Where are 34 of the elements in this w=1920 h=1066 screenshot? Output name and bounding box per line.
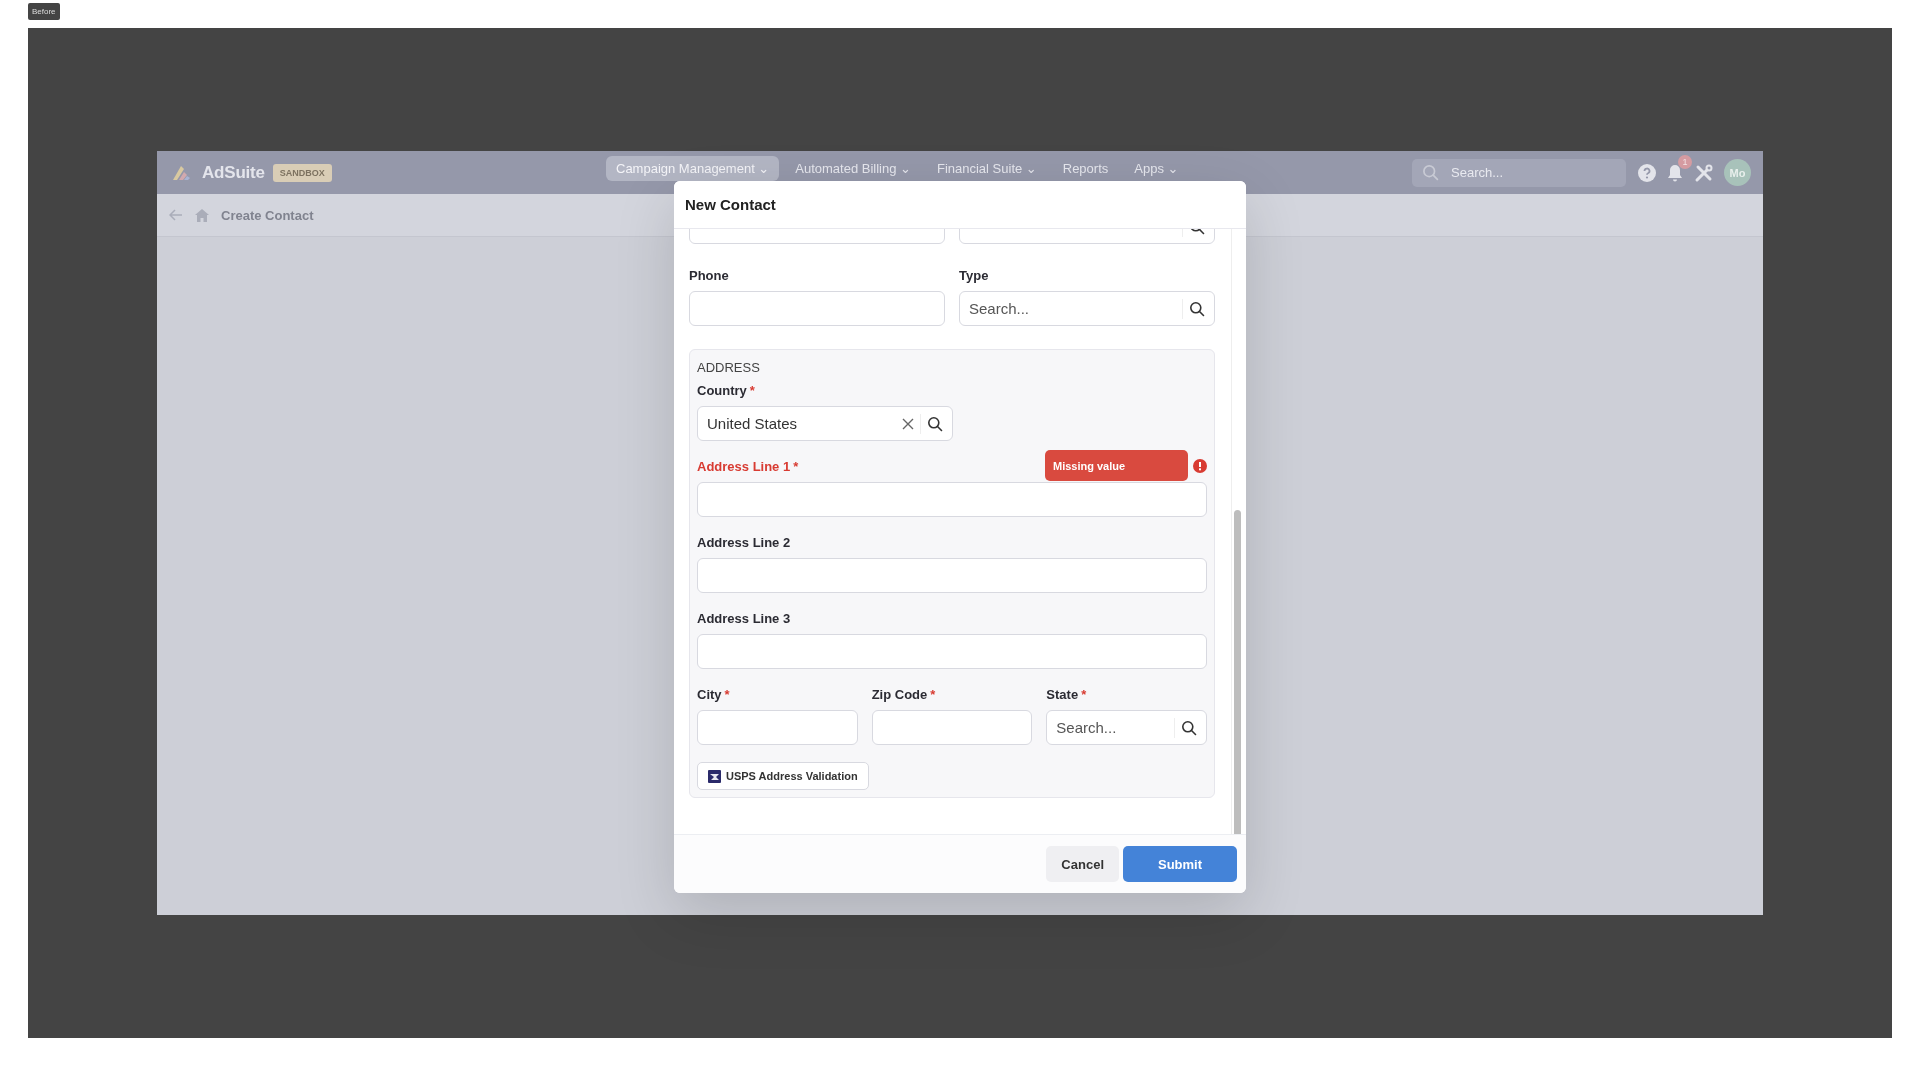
nav-menu[interactable]: Financial Suite ⌄ <box>926 156 1047 181</box>
required-asterisk: * <box>1081 687 1087 702</box>
field-label: City * <box>697 686 731 703</box>
breadcrumb-title: Create Contact <box>221 207 314 223</box>
field-label: Type <box>959 267 990 284</box>
field-label: Phone <box>689 267 730 284</box>
dialog-title: New Contact <box>685 196 776 213</box>
before-tag: Before <box>28 3 60 20</box>
nav-menu[interactable]: Campaign Management ⌄ <box>606 156 780 181</box>
brand-name: AdSuite <box>202 162 265 183</box>
section-heading: ADDRESS <box>697 360 761 375</box>
sandbox-badge: SANDBOX <box>272 163 332 182</box>
search-field[interactable]: Search... <box>959 291 1215 326</box>
search-field[interactable]: Search... <box>1412 158 1626 187</box>
nav-menu[interactable]: Apps ⌄ <box>1124 156 1189 181</box>
required-asterisk: * <box>724 687 730 702</box>
submit-button[interactable]: Submit <box>1123 846 1237 882</box>
field-label: State * <box>1046 686 1088 703</box>
usps-validation-button[interactable]: USPS Address Validation <box>697 762 869 790</box>
error-tooltip: Missing value <box>1045 450 1188 481</box>
field-label: Zip Code * <box>871 686 937 703</box>
required-asterisk: * <box>749 383 755 398</box>
required-asterisk: * <box>793 459 799 474</box>
required-asterisk: * <box>930 687 936 702</box>
field-label: Address Line 2 <box>697 534 792 551</box>
nav-menu[interactable]: Automated Billing ⌄ <box>785 156 921 181</box>
search-field[interactable]: Search... <box>1046 710 1207 745</box>
notification-badge: 1 <box>1678 154 1692 169</box>
field-label: Country * <box>697 382 756 399</box>
field-label: Address Line 3 <box>697 610 792 627</box>
country-field[interactable]: United States <box>697 406 953 441</box>
user-avatar[interactable]: Mo <box>1724 159 1751 186</box>
cancel-button[interactable]: Cancel <box>1046 846 1119 882</box>
nav-menu[interactable]: Reports <box>1052 156 1119 181</box>
